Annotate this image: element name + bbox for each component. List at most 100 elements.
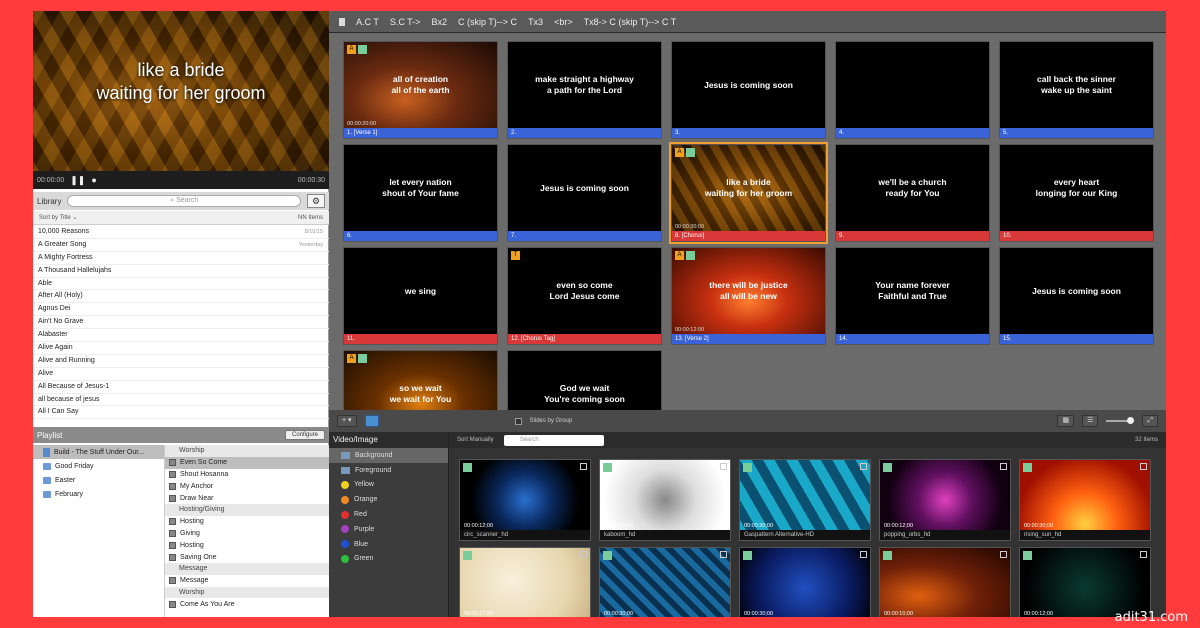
playlist-item[interactable]: Draw Near	[165, 492, 329, 504]
media-thumbnail[interactable]: 00:00:30;00	[739, 547, 871, 617]
playlist-group-label: Build - The Stuff Under Our...	[54, 448, 145, 456]
library-header: Library ⌕ Search ⚙	[33, 192, 329, 210]
arrangement-item[interactable]: A.C T	[356, 17, 379, 27]
list-item[interactable]: Alive Again	[33, 342, 329, 355]
playlist-item[interactable]: Giving	[165, 528, 329, 540]
media-category[interactable]: Red	[329, 507, 448, 522]
song-title: 10,000 Reasons	[38, 228, 89, 235]
list-item[interactable]: All I Can Say	[33, 406, 329, 420]
arrangement-item[interactable]: Bx2	[431, 17, 447, 27]
slide-thumbnail[interactable]: we sing 11.	[343, 247, 498, 345]
song-title: Able	[38, 279, 53, 287]
slide-thumbnail[interactable]: 4.	[835, 41, 990, 139]
playlist-group[interactable]: February	[33, 487, 164, 501]
slide-thumbnail[interactable]: Jesus is coming soon 3.	[671, 41, 826, 139]
list-item[interactable]: All Because of Jesus-1	[33, 381, 329, 394]
media-search-input[interactable]: Search	[503, 434, 604, 446]
image-badge-icon	[358, 354, 367, 363]
record-dot-icon[interactable]: ●	[91, 175, 96, 185]
media-category[interactable]: Green	[329, 552, 448, 567]
media-thumbnail[interactable]: 00:00:30;00 kaboom_hd	[599, 459, 731, 541]
slide-line: let every nation	[389, 177, 452, 187]
playlist-item[interactable]: Even So Come	[165, 456, 329, 469]
slide-thumbnail[interactable]: let every nation shout of Your fame 6.	[343, 144, 498, 242]
playlist-item[interactable]: Hosting	[165, 516, 329, 528]
list-item[interactable]: After All (Holy)	[33, 290, 329, 304]
slide-line: waiting for her groom	[704, 188, 793, 198]
slide-thumbnail[interactable]: all of creation all of the earth A 00:00:20…	[343, 41, 498, 139]
media-thumbnail[interactable]: 00:00:12;00 circ_scanner_hd	[459, 459, 591, 541]
slide-thumbnail[interactable]: there will be justice all will be new A 00:…	[671, 247, 826, 345]
playlist-item[interactable]: Come As You Are	[165, 598, 329, 610]
media-thumbnail[interactable]: 00:00:12;00 popping_orbs_hd	[879, 459, 1011, 541]
media-category[interactable]: Yellow	[329, 478, 448, 493]
slide-thumbnail[interactable]: like a bride waiting for her groom A 00:00:…	[669, 142, 828, 244]
playlist-group[interactable]: Good Friday	[33, 459, 164, 473]
media-category[interactable]: Foreground	[329, 463, 448, 478]
list-item[interactable]: all because of jesus	[33, 394, 329, 407]
media-sort-label[interactable]: Sort Manually	[457, 437, 494, 443]
list-item[interactable]: A Thousand Hallelujahs	[33, 265, 329, 278]
grid-view-icon[interactable]: ▦	[1057, 415, 1075, 427]
media-thumbnail[interactable]: 00:00:30;00 rising_sun_hd	[1019, 459, 1151, 541]
slide-thumbnail[interactable]: call back the sinner wake up the saint 5.	[999, 41, 1154, 139]
slide-badges: A	[675, 148, 695, 157]
image-badge-icon	[463, 551, 472, 560]
list-item[interactable]: A Mighty Fortress	[33, 252, 329, 265]
playlist-group[interactable]: Easter	[33, 473, 164, 487]
media-thumbnail[interactable]: 00:00:30;00 Gaspattern Alternative-HD	[739, 459, 871, 541]
sort-label[interactable]: Sort by Title	[39, 215, 71, 221]
media-thumbnail[interactable]: 00:00:10;00	[879, 547, 1011, 617]
media-category-label: Green	[354, 555, 374, 563]
arrangement-item[interactable]: <br>	[554, 17, 573, 27]
zoom-slider[interactable]	[1106, 417, 1135, 424]
media-category[interactable]: Blue	[329, 537, 448, 552]
list-view-icon[interactable]: ☰	[1082, 415, 1099, 427]
list-item[interactable]: A Greater Song Yesterday	[33, 239, 329, 252]
list-item[interactable]: Alive and Running	[33, 355, 329, 368]
media-thumbnail[interactable]: 00:00:30;00	[599, 547, 731, 617]
add-slide-button[interactable]: + ▾	[337, 415, 357, 427]
arrangement-item[interactable]: C (skip T)--> C	[458, 17, 517, 27]
arrangement-item[interactable]: Tx8-> C (skip T)--> C T	[584, 17, 677, 27]
media-category[interactable]: Orange	[329, 492, 448, 507]
song-title: A Mighty Fortress	[38, 253, 93, 261]
playlist-item[interactable]: My Anchor	[165, 480, 329, 492]
playlist-item[interactable]: Saving One	[165, 551, 329, 563]
slide-thumbnail[interactable]: every heart longing for our King 10.	[999, 144, 1154, 242]
arrangement-item[interactable]: S.C T->	[390, 17, 421, 27]
slide-thumbnail[interactable]: make straight a highway a path for the Lo…	[507, 41, 662, 139]
slide-thumbnail[interactable]: even so come Lord Jesus come T 12. [Chorus …	[507, 247, 662, 345]
slide-thumbnail[interactable]: Your name forever Faithful and True 14.	[835, 247, 990, 345]
arrangement-item[interactable]: Tx3	[528, 17, 543, 27]
list-item[interactable]: Agnus Dei	[33, 303, 329, 317]
slide-line: Your name forever	[875, 280, 950, 290]
media-thumbnail[interactable]: 00:00:12;00	[1019, 547, 1151, 617]
media-category[interactable]: Background	[329, 448, 448, 463]
gear-icon[interactable]: ⚙	[307, 194, 325, 208]
list-item[interactable]: Able	[33, 278, 329, 291]
library-sort-bar[interactable]: Sort by Title ⌄ NN Items	[33, 211, 329, 225]
list-item[interactable]: Ain't No Grave	[33, 316, 329, 330]
configure-button[interactable]: Configure	[284, 430, 325, 440]
slide-thumbnail[interactable]: Jesus is coming soon 15.	[999, 247, 1154, 345]
slides-by-group-checkbox[interactable]	[514, 417, 522, 425]
slide-text: make straight a highway a path for the Lo…	[508, 42, 661, 128]
media-toggle-icon[interactable]	[364, 415, 379, 427]
media-thumbnail[interactable]: 00:00:17;25	[459, 547, 591, 617]
slide-thumbnail[interactable]: we'll be a church ready for You 9.	[835, 144, 990, 242]
playlist-item[interactable]: Message	[165, 575, 329, 587]
playlist-item[interactable]: Shout Hosanna	[165, 469, 329, 481]
song-title: A Thousand Hallelujahs	[38, 266, 112, 274]
playlist-group[interactable]: Build - The Stuff Under Our...	[33, 445, 164, 459]
list-item[interactable]: 10,000 Reasons 8/15/15	[33, 226, 329, 239]
library-search-input[interactable]: ⌕ Search	[67, 195, 301, 207]
slide-label: 4.	[836, 128, 989, 138]
pause-icon[interactable]: ❚❚	[70, 175, 85, 186]
expand-icon[interactable]: ⤢	[1142, 415, 1158, 427]
list-item[interactable]: Alabaster	[33, 329, 329, 343]
media-category[interactable]: Purple	[329, 522, 448, 537]
list-item[interactable]: Alive	[33, 368, 329, 381]
playlist-item[interactable]: Hosting	[165, 539, 329, 551]
slide-thumbnail[interactable]: Jesus is coming soon 7.	[507, 144, 662, 242]
